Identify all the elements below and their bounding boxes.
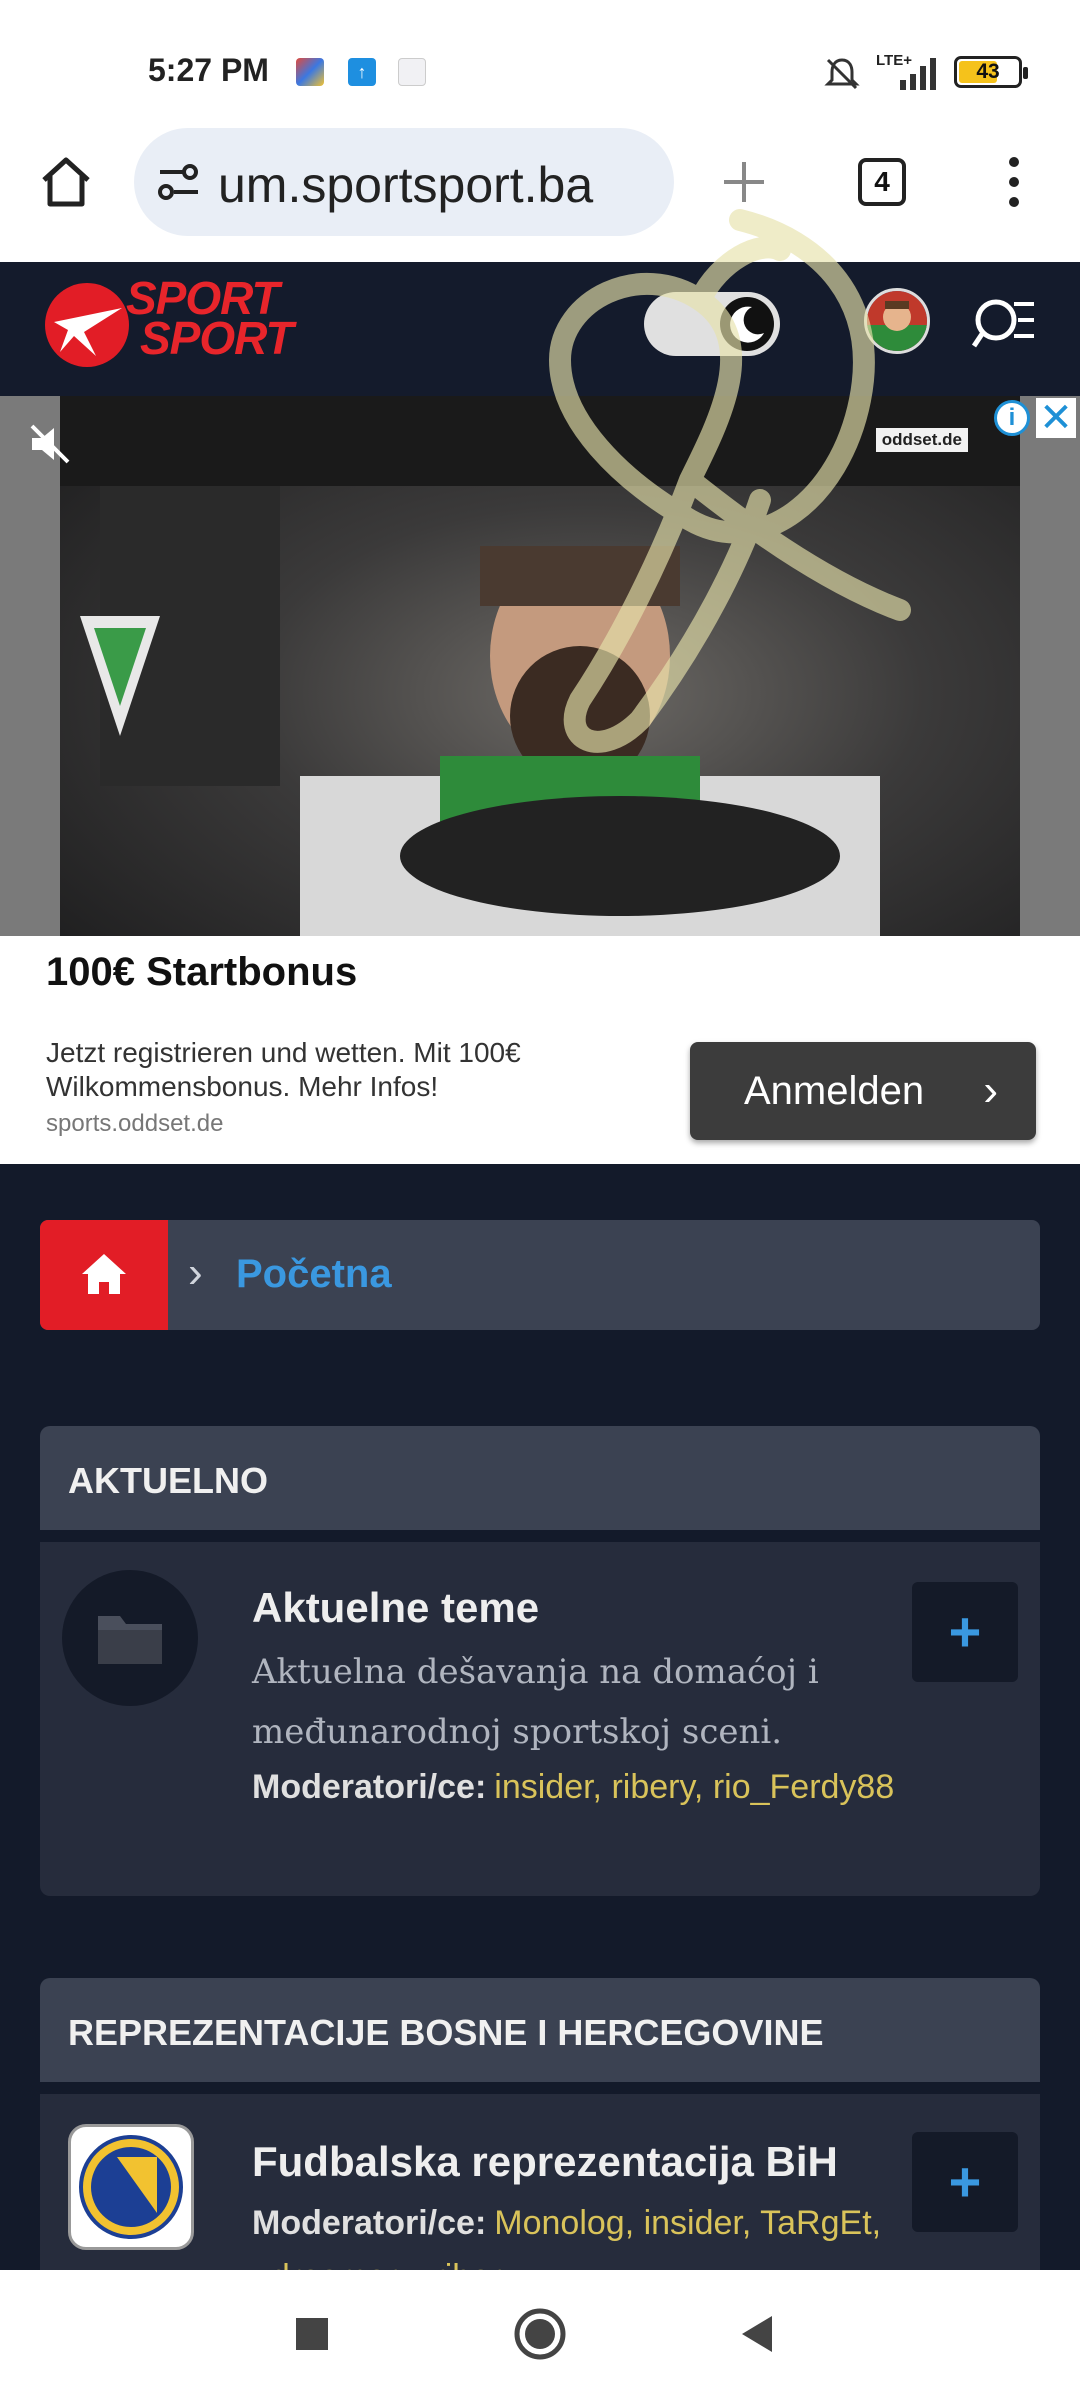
forum-row-fudbalska-reprezentacija[interactable]: Fudbalska reprezentacija BiH Moderatori/…	[40, 2094, 1040, 2296]
ad-brand-label: oddset.de	[875, 428, 968, 452]
ad-cta-label: Anmelden	[744, 1069, 925, 1113]
system-navigation-bar	[0, 2270, 1080, 2400]
back-icon[interactable]	[736, 2312, 780, 2356]
advertisement[interactable]: oddset.de i ✕ 100€ Startbonus Jetzt regi…	[0, 396, 1080, 1164]
shield-notification-icon	[398, 58, 426, 86]
upload-notification-icon: ↑	[348, 58, 376, 86]
site-header: SPORT SPORT	[0, 262, 1080, 396]
site-logo-text[interactable]: SPORT SPORT	[126, 275, 294, 364]
tab-switcher-button[interactable]: 4	[858, 158, 906, 206]
status-bar: 5:27 PM ↑ LTE+ 43	[0, 0, 1080, 128]
bih-federation-logo	[68, 2124, 194, 2250]
breadcrumb-current[interactable]: Početna	[236, 1252, 392, 1297]
forum-description: Aktuelna dešavanja na domaćoj i međunaro…	[252, 1652, 819, 1752]
sportsport-logo-icon[interactable]	[44, 282, 130, 368]
forum-folder-icon	[62, 1570, 198, 1706]
app-notification-icon	[296, 58, 324, 86]
battery-percentage: 43	[976, 60, 1000, 83]
muted-speaker-icon[interactable]	[26, 420, 74, 468]
new-tab-icon[interactable]	[716, 154, 772, 210]
chevron-right-icon: ›	[983, 1066, 998, 1115]
breadcrumb-home-button[interactable]	[40, 1220, 168, 1330]
search-menu-icon[interactable]	[970, 292, 1038, 352]
forum-row-aktuelne-teme[interactable]: Aktuelne teme Aktuelna dešavanja na doma…	[40, 1542, 1040, 1896]
ad-domain: sports.oddset.de	[46, 1110, 224, 1137]
ad-close-icon[interactable]: ✕	[1036, 398, 1076, 438]
user-avatar[interactable]	[864, 288, 930, 354]
home-icon[interactable]	[38, 154, 94, 210]
home-icon	[82, 1254, 126, 1294]
recent-apps-icon[interactable]	[292, 2314, 332, 2354]
home-circle-icon[interactable]	[512, 2306, 568, 2362]
dark-mode-toggle[interactable]	[644, 292, 780, 356]
forum-moderators: Moderatori/ce: insider, ribery, rio_Ferdy…	[252, 1760, 912, 1814]
section-title: REPREZENTACIJE BOSNE I HERCEGOVINE	[68, 2012, 824, 2053]
status-time: 5:27 PM	[148, 52, 269, 88]
expand-plus-button[interactable]: +	[912, 2132, 1018, 2232]
forum-title[interactable]: Aktuelne teme	[252, 1584, 539, 1632]
section-title: AKTUELNO	[68, 1460, 268, 1501]
ad-title[interactable]: 100€ Startbonus	[46, 950, 357, 995]
expand-plus-button[interactable]: +	[912, 1582, 1018, 1682]
site-settings-icon[interactable]	[156, 162, 202, 202]
ad-video-frame	[60, 396, 1020, 936]
forum-title[interactable]: Fudbalska reprezentacija BiH	[252, 2138, 838, 2186]
logo-line-2: SPORT	[140, 312, 294, 364]
ad-cta-button[interactable]: Anmelden ›	[690, 1042, 1036, 1140]
battery-indicator: 43	[954, 56, 1028, 88]
mute-bell-icon	[824, 58, 860, 90]
ad-info-icon[interactable]: i	[994, 400, 1030, 436]
section-header-reprezentacije[interactable]: REPREZENTACIJE BOSNE I HERCEGOVINE	[40, 1978, 1040, 2082]
breadcrumb: › Početna	[40, 1220, 1040, 1330]
address-bar[interactable]: um.sportsport.ba	[134, 128, 674, 236]
moon-icon	[730, 306, 764, 343]
ad-description: Jetzt registrieren und wetten. Mit 100€ …	[46, 1037, 521, 1102]
ad-video-scene	[60, 396, 1020, 936]
section-header-aktuelno[interactable]: AKTUELNO	[40, 1426, 1040, 1530]
moderators-label: Moderatori/ce:	[252, 2204, 487, 2242]
ad-video[interactable]: oddset.de i ✕	[0, 396, 1080, 936]
signal-icon	[900, 58, 936, 90]
url-text: um.sportsport.ba	[218, 157, 594, 213]
moderators-list[interactable]: insider, ribery, rio_Ferdy88	[494, 1768, 894, 1806]
overflow-menu-icon[interactable]	[990, 152, 1038, 212]
browser-toolbar: um.sportsport.ba 4	[0, 128, 1080, 262]
moderators-label: Moderatori/ce:	[252, 1768, 487, 1806]
chevron-right-icon: ›	[188, 1248, 203, 1297]
